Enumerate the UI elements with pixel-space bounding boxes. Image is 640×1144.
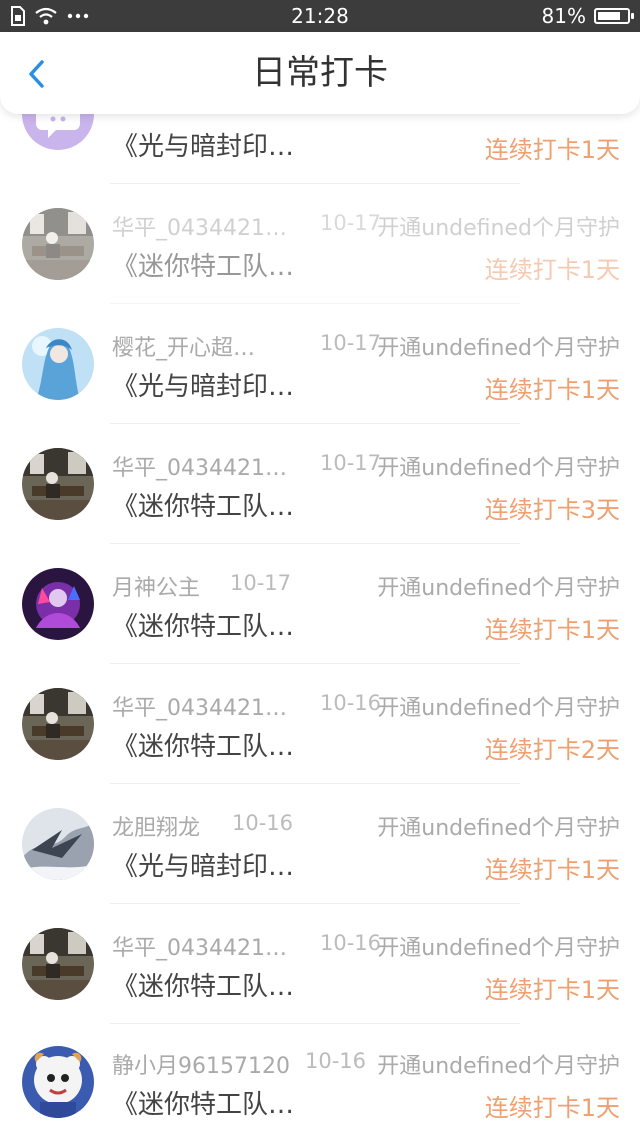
guard-status: 开通undefined个月守护: [377, 936, 620, 961]
list-item[interactable]: 樱花_开心超… 10-17 开通undefined个月守护 《光与暗封印… 连续…: [0, 304, 640, 424]
streak-label: 连续打卡1天: [484, 616, 620, 644]
book-title: 《迷你特工队…: [112, 972, 295, 1002]
avatar[interactable]: [22, 1046, 94, 1118]
guard-status: 开通undefined个月守护: [377, 336, 620, 361]
checkin-date: 10-17: [320, 211, 382, 235]
status-icons-right: 81%: [541, 0, 634, 32]
guard-status: 开通undefined个月守护: [377, 1054, 620, 1079]
page-title: 日常打卡: [252, 53, 388, 93]
user-name[interactable]: 华平_0434421…: [112, 930, 287, 962]
avatar[interactable]: [22, 448, 94, 520]
grey-dragon-avatar-icon: [22, 808, 94, 880]
avatar[interactable]: [22, 208, 94, 280]
checkin-date: 10-16: [305, 1049, 367, 1073]
checkin-date: 10-16: [320, 691, 382, 715]
room-photo-avatar-icon: [22, 688, 94, 760]
guard-status: 开通undefined个月守护: [377, 456, 620, 481]
nav-bar: 日常打卡: [0, 32, 640, 114]
room-photo-avatar-icon: [22, 208, 94, 280]
room-photo-avatar-icon: [22, 928, 94, 1000]
streak-label: 连续打卡1天: [484, 256, 620, 284]
room-photo-avatar-icon: [22, 448, 94, 520]
streak-label: 连续打卡1天: [484, 376, 620, 404]
checkin-list[interactable]: 《光与暗封印… 连续打卡1天 华平_0434421… 10-17 开通undef…: [0, 0, 640, 1138]
book-title: 《光与暗封印…: [112, 852, 295, 882]
streak-label: 连续打卡1天: [484, 856, 620, 884]
list-item[interactable]: 静小月96157120 10-16 开通undefined个月守护 《迷你特工队…: [0, 1024, 640, 1144]
user-name[interactable]: 月神公主: [112, 570, 200, 602]
book-title: 《迷你特工队…: [112, 252, 295, 282]
guard-status: 开通undefined个月守护: [377, 576, 620, 601]
checkin-date: 10-16: [320, 931, 382, 955]
checkin-date: 10-17: [320, 451, 382, 475]
user-name[interactable]: 樱花_开心超…: [112, 330, 255, 362]
guard-status: 开通undefined个月守护: [377, 216, 620, 241]
user-name[interactable]: 龙胆翔龙: [112, 810, 200, 842]
list-item[interactable]: 华平_0434421… 10-17 开通undefined个月守护 《迷你特工队…: [0, 184, 640, 304]
guard-status: 开通undefined个月守护: [377, 816, 620, 841]
streak-label: 连续打卡2天: [484, 736, 620, 764]
dark-purple-avatar-icon: [22, 568, 94, 640]
avatar[interactable]: [22, 568, 94, 640]
checkin-date: 10-17: [230, 571, 292, 595]
user-name[interactable]: 华平_0434421…: [112, 450, 287, 482]
book-title: 《迷你特工队…: [112, 732, 295, 762]
avatar[interactable]: [22, 328, 94, 400]
list-item[interactable]: 华平_0434421… 10-17 开通undefined个月守护 《迷你特工队…: [0, 424, 640, 544]
avatar[interactable]: [22, 688, 94, 760]
book-title: 《迷你特工队…: [112, 1090, 295, 1120]
avatar[interactable]: [22, 928, 94, 1000]
checkin-date: 10-16: [232, 811, 294, 835]
book-title: 《迷你特工队…: [112, 612, 295, 642]
list-item[interactable]: 月神公主 10-17 开通undefined个月守护 《迷你特工队… 连续打卡1…: [0, 544, 640, 664]
status-bar: 21:28 81%: [0, 0, 640, 32]
avatar[interactable]: [22, 808, 94, 880]
book-title: 《光与暗封印…: [112, 132, 295, 162]
list-item[interactable]: 华平_0434421… 10-16 开通undefined个月守护 《迷你特工队…: [0, 664, 640, 784]
streak-label: 连续打卡1天: [484, 136, 620, 164]
list-item[interactable]: 华平_0434421… 10-16 开通undefined个月守护 《迷你特工队…: [0, 904, 640, 1024]
user-name[interactable]: 华平_0434421…: [112, 210, 287, 242]
list-item[interactable]: 龙胆翔龙 10-16 开通undefined个月守护 《光与暗封印… 连续打卡1…: [0, 784, 640, 904]
guard-status: 开通undefined个月守护: [377, 696, 620, 721]
user-name[interactable]: 华平_0434421…: [112, 690, 287, 722]
battery-icon: [594, 8, 634, 24]
checkin-date: 10-17: [320, 331, 382, 355]
cartoon-sheep-avatar-icon: [22, 1046, 94, 1118]
battery-fill: [598, 12, 620, 20]
anime-blue-avatar-icon: [22, 328, 94, 400]
user-name[interactable]: 静小月96157120: [112, 1048, 290, 1080]
battery-percent: 81%: [541, 4, 586, 28]
streak-label: 连续打卡1天: [484, 1094, 620, 1122]
streak-label: 连续打卡3天: [484, 496, 620, 524]
book-title: 《光与暗封印…: [112, 372, 295, 402]
streak-label: 连续打卡1天: [484, 976, 620, 1004]
book-title: 《迷你特工队…: [112, 492, 295, 522]
